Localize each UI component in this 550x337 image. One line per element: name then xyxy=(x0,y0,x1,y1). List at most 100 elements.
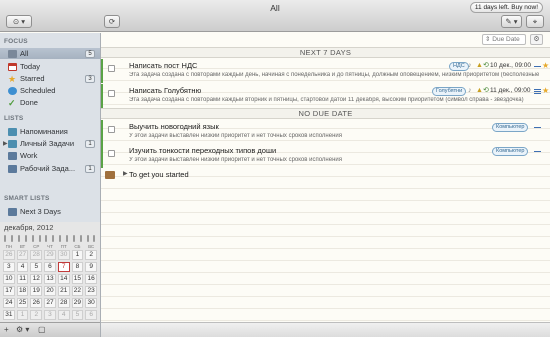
gear-icon[interactable]: ⚙ xyxy=(530,34,543,45)
sidebar-item-scheduled[interactable]: Scheduled xyxy=(0,85,100,96)
tag-button[interactable]: ⌖ xyxy=(526,15,544,28)
add-list-button[interactable]: + xyxy=(4,325,9,334)
calendar-day[interactable]: 25 xyxy=(16,298,29,308)
calendar-day[interactable]: 27 xyxy=(44,298,56,308)
task-row[interactable]: Написать Голубятню Голубятни ♪ ▲ ⟲ 11 де… xyxy=(101,84,550,108)
sidebar-item-work-tasks[interactable]: Рабочий Зада... 1 xyxy=(0,163,100,174)
calendar-ring xyxy=(52,235,55,242)
calendar-day[interactable]: 28 xyxy=(57,298,70,308)
sidebar-item-starred[interactable]: ★ Starred 3 xyxy=(0,73,100,84)
bell-icon: ♪ xyxy=(468,87,472,94)
calendar-day[interactable]: 14 xyxy=(57,274,70,284)
calendar-day[interactable]: 4 xyxy=(16,262,29,272)
task-checkbox[interactable] xyxy=(108,150,115,157)
calendar-day[interactable]: 17 xyxy=(3,286,15,296)
calendar-day-today[interactable]: 7 xyxy=(57,262,70,272)
task-title: Написать Голубятню xyxy=(129,86,202,95)
sidebar-item-work[interactable]: Work xyxy=(0,150,100,161)
task-row[interactable]: Изучить тонкости переходных типов доши К… xyxy=(101,144,550,168)
calendar-day[interactable]: 26 xyxy=(3,250,15,260)
calendar-day[interactable]: 6 xyxy=(44,262,56,272)
calendar-day[interactable]: 1 xyxy=(71,250,84,260)
calendar-day[interactable]: 21 xyxy=(57,286,70,296)
toggle-calendar-button[interactable]: ▢ xyxy=(38,325,46,334)
list-color-bar xyxy=(101,144,103,168)
calendar-day[interactable]: 30 xyxy=(57,250,70,260)
sidebar-item-all[interactable]: All 5 xyxy=(0,48,100,59)
calendar-day[interactable]: 10 xyxy=(3,274,15,284)
calendar-day[interactable]: 5 xyxy=(71,310,84,320)
calendar-day[interactable]: 27 xyxy=(16,250,29,260)
calendar-day[interactable]: 1 xyxy=(16,310,29,320)
calendar-day[interactable]: 26 xyxy=(30,298,43,308)
sort-select[interactable]: ⇕ Due Date xyxy=(482,34,526,45)
calendar-day[interactable]: 31 xyxy=(3,310,15,320)
calendar-rings xyxy=(0,235,100,243)
calendar-day[interactable]: 16 xyxy=(85,274,97,284)
list-controls: ⇕ Due Date ⚙ xyxy=(101,33,550,46)
calendar-day[interactable]: 11 xyxy=(16,274,29,284)
sidebar-item-personal[interactable]: ▶ Личный Задачи 1 xyxy=(0,138,100,149)
calendar-day[interactable]: 29 xyxy=(44,250,56,260)
task-row[interactable]: Выучить новогодний язык Компьютер У этой… xyxy=(101,120,550,144)
calendar-day[interactable]: 3 xyxy=(3,262,15,272)
sidebar-item-label: Work xyxy=(20,151,38,160)
calendar-day[interactable]: 22 xyxy=(71,286,84,296)
calendar-ring xyxy=(38,235,41,242)
calendar-day[interactable]: 6 xyxy=(85,310,97,320)
expand-arrow-icon[interactable]: ▶ xyxy=(123,170,128,177)
calendar-day[interactable]: 3 xyxy=(44,310,56,320)
calendar-day[interactable]: 23 xyxy=(85,286,97,296)
priority-low-icon xyxy=(534,151,541,152)
calendar-day[interactable]: 13 xyxy=(44,274,56,284)
calendar-day[interactable]: 12 xyxy=(30,274,43,284)
sidebar-item-done[interactable]: ✓ Done xyxy=(0,97,100,108)
trial-buy-button[interactable]: 11 days left. Buy now! xyxy=(469,2,543,13)
calendar-day[interactable]: 28 xyxy=(30,250,43,260)
refresh-button[interactable]: ⟳ xyxy=(104,15,120,28)
calendar-ring xyxy=(86,235,89,242)
calendar-day[interactable]: 20 xyxy=(44,286,56,296)
task-checkbox[interactable] xyxy=(108,65,115,72)
list-color-bar xyxy=(101,84,103,108)
list-color-bar xyxy=(101,59,103,83)
calendar-ring xyxy=(59,235,62,242)
expand-arrow-icon[interactable]: ▶ xyxy=(3,140,8,147)
calendar-day[interactable]: 4 xyxy=(57,310,70,320)
edit-menu-button[interactable]: ✎ ▾ xyxy=(501,15,522,28)
calendar-day[interactable]: 29 xyxy=(71,298,84,308)
count-badge: 3 xyxy=(85,74,95,83)
task-tag[interactable]: Компьютер xyxy=(492,147,529,156)
calendar-day[interactable]: 24 xyxy=(3,298,15,308)
task-description: Эта задача создана с повторами каждый де… xyxy=(129,72,539,78)
weekday-label: ЧТ xyxy=(47,244,53,249)
sidebar-item-reminders[interactable]: Напоминания xyxy=(0,126,100,137)
star-icon[interactable]: ★ xyxy=(542,61,549,70)
task-row[interactable]: Написать пост НДС НДС ♪ ▲ ⟲ 10 дек., 09:… xyxy=(101,59,550,83)
task-tag[interactable]: НДС xyxy=(449,62,469,71)
calendar-day[interactable]: 15 xyxy=(71,274,84,284)
sidebar-gear-button[interactable]: ⚙ ▾ xyxy=(16,325,29,334)
sidebar-item-label: All xyxy=(20,49,29,58)
calendar-day[interactable]: 8 xyxy=(71,262,84,272)
calendar-day[interactable]: 30 xyxy=(85,298,97,308)
calendar-day[interactable]: 18 xyxy=(16,286,29,296)
sidebar-item-next-3-days[interactable]: Next 3 Days xyxy=(0,206,100,217)
done-icon: ✓ xyxy=(8,97,16,108)
sidebar-item-today[interactable]: Today xyxy=(0,61,100,72)
priority-low-icon xyxy=(534,66,541,67)
calendar-day[interactable]: 19 xyxy=(30,286,43,296)
task-checkbox[interactable] xyxy=(108,126,115,133)
project-row[interactable]: ▶ To get you started xyxy=(101,169,550,181)
task-tag[interactable]: Компьютер xyxy=(492,123,529,132)
star-icon[interactable]: ★ xyxy=(542,86,549,95)
view-options-button[interactable]: ⊙ ▾ xyxy=(6,15,32,28)
task-tag[interactable]: Голубятни xyxy=(432,87,467,96)
task-checkbox[interactable] xyxy=(108,90,115,97)
calendar-day[interactable]: 5 xyxy=(30,262,43,272)
calendar-day[interactable]: 9 xyxy=(85,262,97,272)
calendar-month: декабря, 2012 xyxy=(4,223,54,232)
calendar-day[interactable]: 2 xyxy=(85,250,97,260)
calendar-grid: 26 27 28 29 30 1 2 3 4 5 6 7 8 9 10 11 12 13 14 15 16 17 18 19 2… xyxy=(2,250,98,320)
calendar-day[interactable]: 2 xyxy=(30,310,43,320)
